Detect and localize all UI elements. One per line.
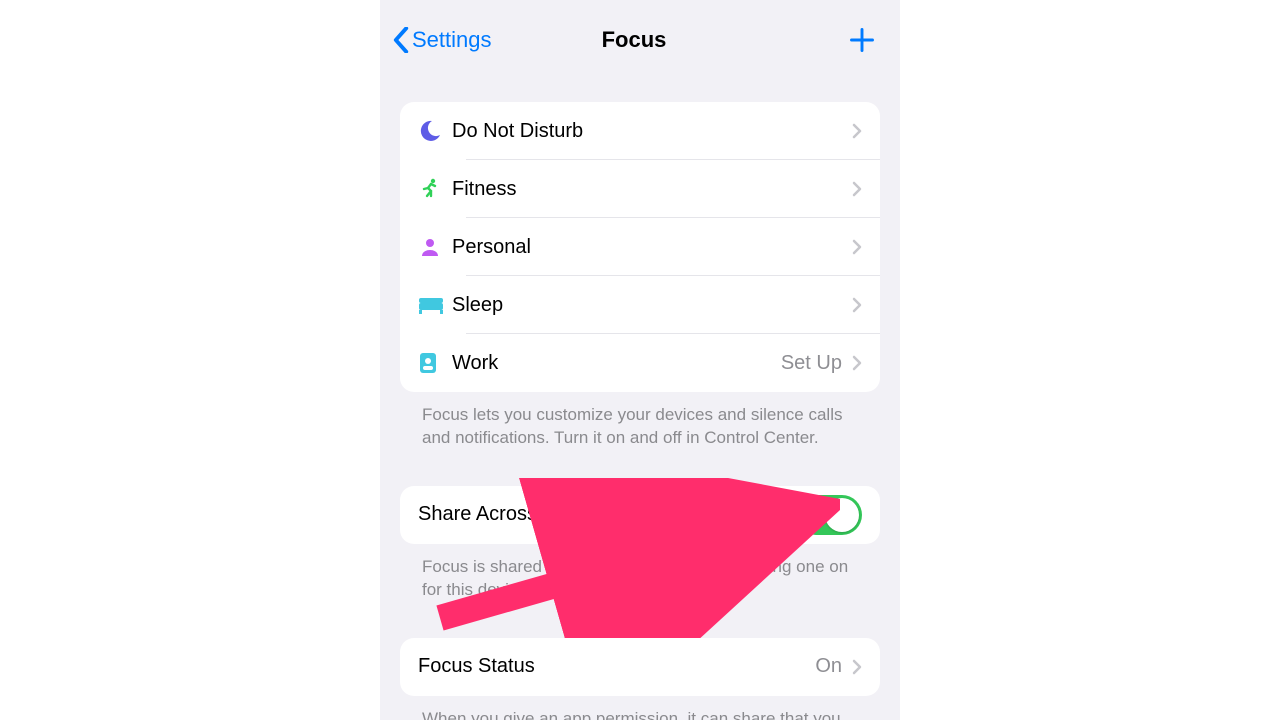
back-button[interactable]: Settings [392,27,522,53]
focus-row-fitness[interactable]: Fitness [400,160,880,218]
person-icon [418,235,442,259]
chevron-right-icon [852,297,862,313]
page-title: Focus [602,27,667,53]
share-label: Share Across Devices [418,503,796,526]
focus-row-do-not-disturb[interactable]: Do Not Disturb [400,102,880,160]
badge-icon [418,351,438,375]
status-value: On [815,655,842,678]
chevron-right-icon [852,239,862,255]
content: Do Not Disturb Fitness [380,80,900,720]
status-group: Focus Status On [400,638,880,696]
chevron-right-icon [852,355,862,371]
share-across-devices-row: Share Across Devices [400,486,880,544]
focus-row-sleep[interactable]: Sleep [400,276,880,334]
row-label: Work [452,352,781,375]
focus-row-work[interactable]: Work Set Up [400,334,880,392]
chevron-left-icon [392,27,410,53]
chevron-right-icon [852,181,862,197]
chevron-right-icon [852,123,862,139]
row-label: Do Not Disturb [452,120,852,143]
plus-icon [848,26,876,54]
chevron-right-icon [852,659,862,675]
focus-status-row[interactable]: Focus Status On [400,638,880,696]
settings-screen: Settings Focus Do Not Disturb [380,0,900,720]
status-label: Focus Status [418,655,815,678]
focus-row-personal[interactable]: Personal [400,218,880,276]
add-button[interactable] [746,26,888,54]
row-label: Fitness [452,178,852,201]
bed-icon [418,295,444,315]
share-group: Share Across Devices [400,486,880,544]
row-label: Personal [452,236,852,259]
focus-modes-footer: Focus lets you customize your devices an… [400,392,880,450]
back-label: Settings [412,27,492,53]
row-label: Sleep [452,294,852,317]
moon-icon [418,119,442,143]
row-detail: Set Up [781,352,842,375]
nav-bar: Settings Focus [380,0,900,80]
focus-modes-group: Do Not Disturb Fitness [400,102,880,392]
share-footer: Focus is shared across your devices, and… [400,544,880,602]
runner-icon [418,177,442,201]
share-across-devices-toggle[interactable] [796,495,862,535]
status-footer: When you give an app permission, it can … [400,696,880,720]
